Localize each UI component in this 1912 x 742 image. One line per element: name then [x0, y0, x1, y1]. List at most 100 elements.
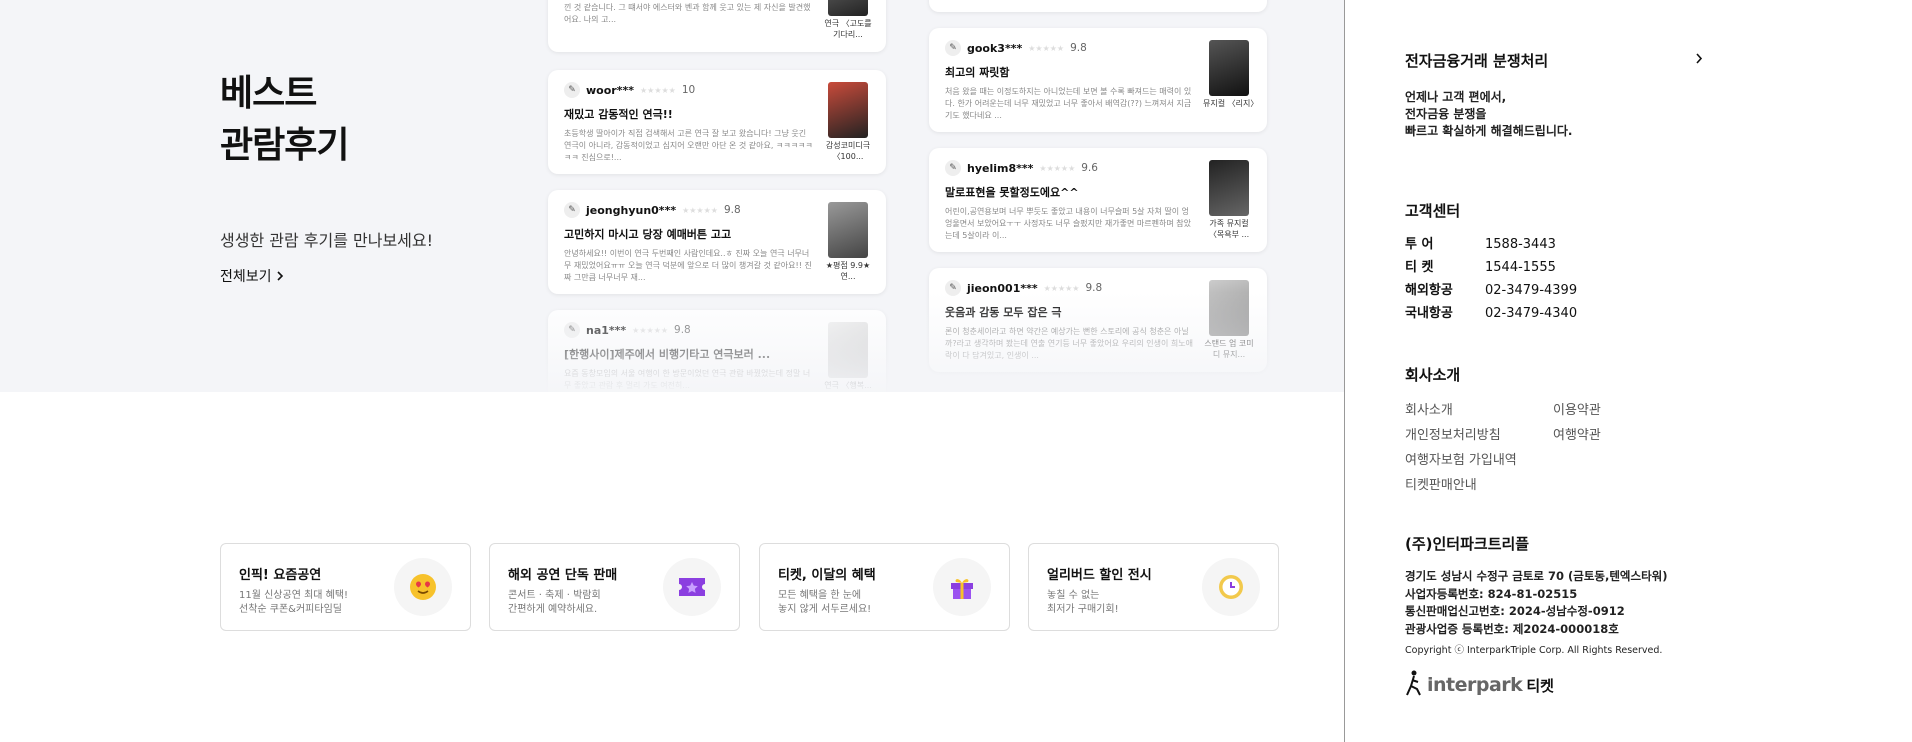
promo-desc-line1: 모든 혜택을 한 눈에	[778, 590, 862, 601]
review-card[interactable]: ✎ hyelim8*** ★★★★★ 9.6 말로표현을 못할정도에요^^ 어린…	[929, 148, 1267, 252]
review-body: 어린이,공연용보며 너무 뿌듯도 좋았고 내용이 너무슬퍼 5살 자쳐 딸이 엉…	[945, 207, 1191, 240]
review-header: ✎ jeonghyun0*** ★★★★★ 9.8	[564, 202, 870, 218]
rating-stars: ★★★★★	[639, 85, 676, 95]
avatar: ✎	[564, 82, 580, 98]
review-card[interactable]: ✎ na1*** ★★★★★ 9.8 [한행사이]제주에서 비행기타고 연극보러…	[548, 310, 886, 392]
poster-caption: 스탠드 업 코미디 뮤지...	[1204, 339, 1254, 359]
promo-desc: 11월 신상공연 최대 혜택! 선착순 쿠폰&커피타임딜	[239, 589, 389, 617]
main-content: 베스트 관람후기 생생한 관람 후기를 만나보세요! 전체보기 ✎ ★★★★★ …	[0, 0, 1344, 742]
review-header: ✎ hyelim8*** ★★★★★ 9.6	[945, 160, 1251, 176]
chevron-right-icon	[276, 271, 283, 281]
promo-desc: 놓칠 수 없는 최저가 구매기회!	[1047, 589, 1197, 617]
info-sidebar: 전자금융거래 분쟁처리 언제나 고객 편에서, 전자금융 분쟁을 빠르고 확실하…	[1344, 0, 1912, 742]
review-header: ✎ gook3*** ★★★★★ 9.8	[945, 40, 1251, 56]
interpark-logo-icon	[1406, 670, 1421, 696]
link-privacy-policy[interactable]: 개인정보처리방침	[1405, 424, 1553, 443]
view-all-link[interactable]: 전체보기	[220, 266, 284, 286]
business-reg-number: 사업자등록번호: 824-81-02515	[1405, 586, 1578, 601]
promo-desc-line2: 간편하게 예약하세요.	[508, 604, 598, 615]
avatar: ✎	[945, 40, 961, 56]
chevron-right-icon[interactable]	[1695, 53, 1703, 64]
review-card[interactable]: ✎ jieon001*** ★★★★★ 9.8 웃음과 감동 모두 잡은 극 론…	[929, 268, 1267, 372]
review-score: 9.8	[674, 324, 691, 336]
review-score: 10	[681, 84, 696, 96]
review-title: 웃음과 감동 모두 잡은 극	[945, 306, 1062, 319]
review-card[interactable]	[929, 0, 1267, 12]
avatar: ✎	[564, 202, 580, 218]
section-title-line2: 관람후기	[220, 125, 349, 166]
best-review-section: 베스트 관람후기 생생한 관람 후기를 만나보세요! 전체보기 ✎ ★★★★★ …	[0, 0, 1344, 392]
link-company-intro[interactable]: 회사소개	[1405, 399, 1553, 418]
poster-caption: 감성코미디극 〈100...	[825, 141, 871, 161]
cs-label: 티 켓	[1405, 260, 1434, 275]
cs-phone[interactable]: 1588-3443	[1485, 233, 1556, 256]
interpark-ticket-logo: interpark 티켓	[1405, 670, 1668, 696]
clock-icon	[1202, 558, 1260, 616]
review-body: 론이 청춘세이라고 하면 약간은 예상가는 뻔한 스토리에 공식 청춘은 아닐까…	[945, 327, 1193, 360]
promo-card-overseas[interactable]: 해외 공연 단독 판매 콘서트 · 축제 · 박람회 간편하게 예약하세요.	[489, 543, 740, 631]
cs-phone[interactable]: 02-3479-4340	[1485, 302, 1577, 325]
link-empty	[1553, 474, 1673, 493]
review-user: jeonghyun0***	[586, 203, 677, 217]
company-title: 회사소개	[1405, 366, 1461, 384]
rating-stars: ★★★★★	[1028, 43, 1065, 53]
link-travel-terms[interactable]: 여행약관	[1553, 424, 1673, 443]
promo-desc-line1: 놓칠 수 없는	[1047, 590, 1100, 601]
section-subtitle: 생생한 관람 후기를 만나보세요!	[220, 231, 434, 250]
review-card[interactable]: ✎ woor*** ★★★★★ 10 재밌고 감동적인 연극!! 초등학생 딸아…	[548, 70, 886, 174]
cs-row-ticket: 티 켓 1544-1555	[1405, 256, 1577, 279]
customer-center-title: 고객센터	[1405, 202, 1461, 220]
rating-stars: ★★★★★	[1043, 283, 1080, 293]
link-ticket-sales-guide[interactable]: 티켓판매안내	[1405, 474, 1553, 493]
heart-eyes-emoji-icon	[394, 558, 452, 616]
promo-card-inpick[interactable]: 인픽! 요즘공연 11월 신상공연 최대 혜택! 선착순 쿠폰&커피타임딜	[220, 543, 471, 631]
company-links: 회사소개 이용약관 개인정보처리방침 여행약관 여행자보험 가입내역 티켓판매안…	[1405, 399, 1673, 493]
poster-thumbnail	[828, 0, 868, 16]
section-title-line1: 베스트	[220, 73, 317, 114]
poster-caption: 연극 〈고도를 기다리...	[824, 19, 872, 39]
review-card[interactable]: ✎ ★★★★★ 3회차를 봐고 나서야 비로소 뭔가 이 공연이 왜와고자 하는…	[548, 0, 886, 52]
promo-card-earlybird[interactable]: 얼리버드 할인 전시 놓칠 수 없는 최저가 구매기회!	[1028, 543, 1279, 631]
review-card[interactable]: ✎ gook3*** ★★★★★ 9.8 최고의 짜릿함 처음 왔을 때는 이정…	[929, 28, 1267, 132]
review-header: ✎ na1*** ★★★★★ 9.8	[564, 322, 870, 338]
tourism-reg-number: 관광사업증 등록번호: 제2024-000018호	[1405, 621, 1619, 636]
review-user: woor***	[586, 83, 634, 97]
link-terms[interactable]: 이용약관	[1553, 399, 1673, 418]
link-empty	[1553, 449, 1673, 468]
cs-row-intl-air: 해외항공 02-3479-4399	[1405, 279, 1577, 302]
cs-phone[interactable]: 02-3479-4399	[1485, 279, 1577, 302]
gift-box-icon	[933, 558, 991, 616]
review-body: 초등학생 딸아이가 직접 검색해서 고른 연극 잘 보고 왔습니다! 그냥 웃긴…	[564, 129, 813, 162]
mail-order-reg-number: 통신판매업신고번호: 2024-성남수정-0912	[1405, 604, 1625, 618]
dispute-block[interactable]: 전자금융거래 분쟁처리 언제나 고객 편에서, 전자금융 분쟁을 빠르고 확실하…	[1405, 50, 1705, 140]
poster-caption: 뮤지컬 〈리지〉	[1203, 99, 1255, 108]
logo-wordmark: interpark	[1427, 674, 1523, 696]
promo-desc-line2: 놓지 않게 서두르세요!	[778, 604, 872, 615]
avatar: ✎	[564, 322, 580, 338]
review-title: 최고의 짜릿함	[945, 66, 1010, 79]
cs-label: 해외항공	[1405, 283, 1453, 298]
rating-stars: ★★★★★	[682, 205, 718, 215]
poster-thumbnail	[828, 82, 868, 138]
review-user: gook3***	[967, 41, 1023, 55]
review-score: 9.8	[1070, 42, 1087, 54]
dispute-text-line2: 전자금융 분쟁을	[1405, 107, 1487, 121]
promo-desc-line2: 선착순 쿠폰&커피타임딜	[239, 604, 342, 615]
promo-desc: 콘서트 · 축제 · 박람회 간편하게 예약하세요.	[508, 589, 658, 617]
link-travel-insurance[interactable]: 여행자보험 가입내역	[1405, 449, 1553, 468]
poster-caption: 연극 〈행복...	[824, 381, 872, 390]
corp-address: 경기도 성남시 수정구 금토로 70 (금토동,텐엑스타워) 사업자등록번호: …	[1405, 568, 1668, 638]
review-user: na1***	[586, 323, 627, 337]
poster-thumbnail	[1209, 160, 1249, 216]
review-header: ✎ woor*** ★★★★★ 10	[564, 82, 870, 98]
promo-desc-line1: 11월 신상공연 최대 혜택!	[239, 590, 349, 601]
cs-label: 국내항공	[1405, 306, 1453, 321]
cs-phone[interactable]: 1544-1555	[1485, 256, 1556, 279]
review-card[interactable]: ✎ jeonghyun0*** ★★★★★ 9.8 고민하지 마시고 당장 예매…	[548, 190, 886, 294]
dispute-title: 전자금융거래 분쟁처리	[1405, 52, 1549, 70]
logo-ticket-label: 티켓	[1526, 677, 1554, 695]
promo-desc-line2: 최저가 구매기회!	[1047, 604, 1119, 615]
promo-card-benefits[interactable]: 티켓, 이달의 혜택 모든 혜택을 한 눈에 놓지 않게 서두르세요!	[759, 543, 1010, 631]
rating-stars: ★★★★★	[632, 325, 669, 335]
review-title: 말로표현을 못할정도에요^^	[945, 186, 1079, 199]
